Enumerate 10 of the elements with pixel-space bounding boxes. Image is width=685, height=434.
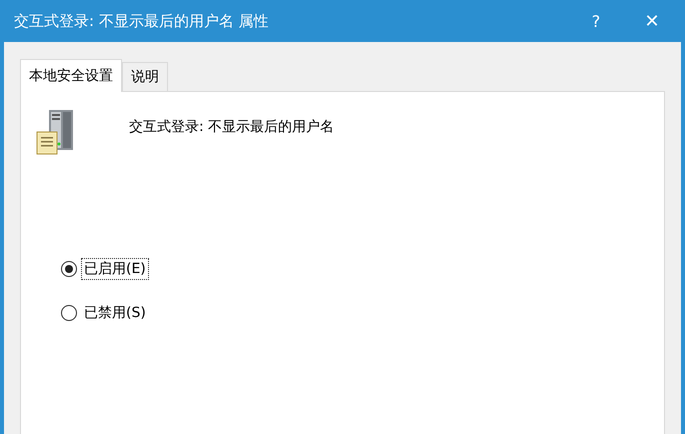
radio-label[interactable]: 已启用(E) (81, 258, 149, 280)
radio-button[interactable] (61, 305, 77, 321)
window-title: 交互式登录: 不显示最后的用户名 属性 (14, 12, 270, 30)
radio-label[interactable]: 已禁用(S) (81, 302, 149, 324)
help-button[interactable]: ? (573, 0, 619, 42)
policy-name: 交互式登录: 不显示最后的用户名 (129, 118, 334, 136)
close-button[interactable]: ✕ (629, 0, 675, 42)
tab[interactable]: 说明 (122, 62, 168, 91)
radio-button[interactable] (61, 261, 77, 277)
tab[interactable]: 本地安全设置 (20, 59, 122, 92)
